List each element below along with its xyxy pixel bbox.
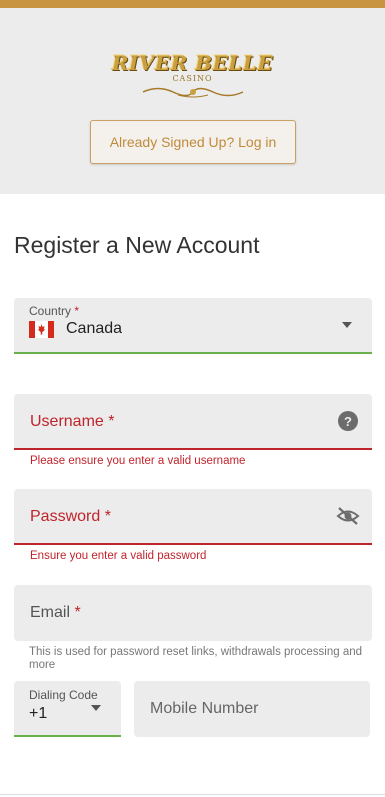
password-input[interactable]: Password * [14,489,372,545]
logo-wordmark: RIVER BELLE [111,51,274,75]
top-accent-bar [0,0,385,8]
mobile-number-input[interactable]: Mobile Number [134,681,370,737]
river-belle-logo[interactable]: RIVER BELLE CASINO [0,52,385,108]
country-label-text: Country [29,304,72,318]
username-error: Please ensure you enter a valid username [30,455,246,467]
help-icon[interactable]: ? [338,411,358,431]
country-label: Country * [29,304,79,318]
divider [0,794,385,795]
email-helper-text: This is used for password reset links, w… [29,646,363,671]
required-mark: * [74,604,81,621]
chevron-down-icon[interactable] [91,705,101,711]
dialing-code-label: Dialing Code [29,688,98,702]
chevron-down-icon[interactable] [342,322,352,328]
country-select[interactable]: Country * Canada [14,298,372,354]
dialing-code-select[interactable]: Dialing Code +1 [14,681,121,737]
password-error: Ensure you enter a valid password [30,550,207,562]
login-button[interactable]: Already Signed Up? Log in [90,120,296,164]
username-input[interactable]: Username * ? [14,394,372,450]
logo-subtitle: CASINO [172,74,213,83]
logo-flourish-icon [142,87,243,98]
country-value: Canada [66,320,123,337]
canada-flag-icon [29,321,54,338]
email-label-text: Email [30,604,71,621]
dialing-code-value: +1 [29,705,48,722]
email-label: Email * [30,604,81,622]
page-title: Register a New Account [14,232,260,258]
header: RIVER BELLE CASINO Already Signed Up? Lo… [0,8,385,194]
required-mark: * [74,304,80,318]
password-label: Password * [30,508,111,525]
username-label: Username * [30,413,115,430]
email-input[interactable]: Email * [14,585,372,641]
eye-off-icon[interactable] [336,506,360,526]
mobile-number-placeholder: Mobile Number [150,700,259,717]
